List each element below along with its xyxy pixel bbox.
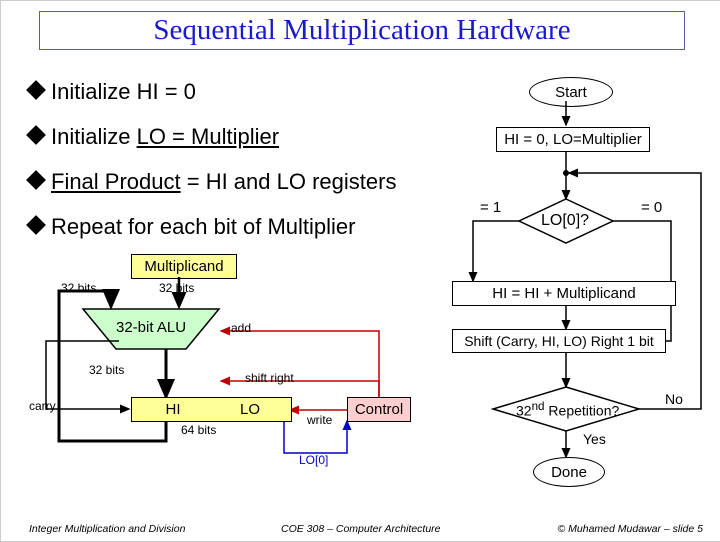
hw-64bits: 64 bits xyxy=(181,423,216,437)
flow-rep: 32nd Repetition? xyxy=(516,400,619,419)
flow-done: Done xyxy=(533,457,605,487)
hw-32bits-3: 32 bits xyxy=(89,363,124,377)
flow-rep-yes: Yes xyxy=(583,431,606,447)
flow-shift: Shift (Carry, HI, LO) Right 1 bit xyxy=(452,329,666,353)
hw-32bits-2: 32 bits xyxy=(159,281,194,295)
hw-lo0: LO[0] xyxy=(299,453,328,467)
title-box: Sequential Multiplication Hardware xyxy=(39,11,685,50)
hw-32bits-1: 32 bits xyxy=(61,281,96,295)
footer-mid: COE 308 – Computer Architecture xyxy=(281,523,441,535)
hw-multiplicand: Multiplicand xyxy=(131,254,237,279)
flow-start: Start xyxy=(529,77,613,107)
hw-control: Control xyxy=(347,397,411,422)
footer-left: Integer Multiplication and Division xyxy=(29,523,185,535)
flow-add: HI = HI + Multiplicand xyxy=(452,281,676,306)
page-title: Sequential Multiplication Hardware xyxy=(40,12,684,49)
bullet-1: Initialize HI = 0 xyxy=(29,79,196,105)
hw-carry: carry xyxy=(29,399,56,413)
hw-add-lbl: add xyxy=(231,321,251,335)
hw-shiftright: shift right xyxy=(245,371,294,385)
flow-rep-no: No xyxy=(665,391,683,407)
flow-test: LO[0]? xyxy=(541,212,589,230)
bullet-3: Final Product = HI and LO registers xyxy=(29,169,396,195)
bullet-4: Repeat for each bit of Multiplier xyxy=(29,214,356,240)
hw-write: write xyxy=(307,413,332,427)
slide: Sequential Multiplication Hardware Initi… xyxy=(0,0,720,542)
flow-no0: = 0 xyxy=(641,199,662,216)
hw-hi: HI xyxy=(131,397,215,422)
hw-lo: LO xyxy=(209,397,292,422)
flow-yes1: = 1 xyxy=(480,199,501,216)
footer-right: © Muhamed Mudawar – slide 5 xyxy=(558,523,703,535)
hw-alu: 32-bit ALU xyxy=(116,319,186,336)
bullet-2: Initialize LO = Multiplier xyxy=(29,124,279,150)
flow-init: HI = 0, LO=Multiplier xyxy=(496,127,650,152)
